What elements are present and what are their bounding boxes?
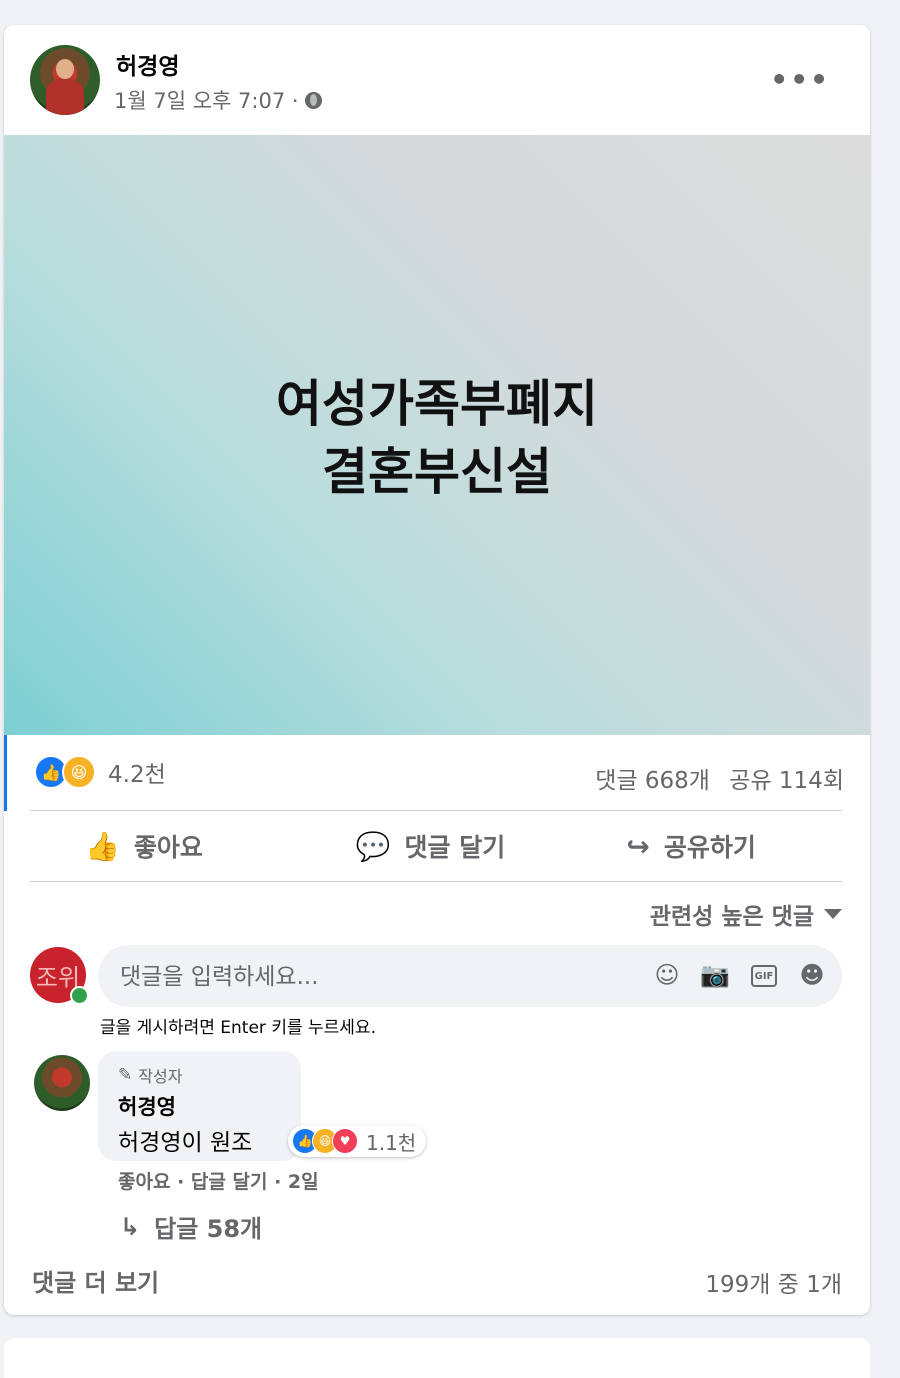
comment-reply-link[interactable]: 답글 달기	[191, 1171, 268, 1193]
shares-count-link[interactable]: 공유 114회	[729, 768, 844, 794]
comment-text: 허경영이 원조	[118, 1130, 253, 1156]
online-status-dot	[70, 986, 89, 1005]
comment-button-label: 댓글 달기	[404, 833, 506, 862]
author-avatar[interactable]	[30, 45, 100, 115]
sort-label: 관련성 높은 댓글	[649, 904, 814, 930]
avatar-face	[56, 59, 74, 79]
thumbs-up-icon: 👍	[85, 829, 120, 863]
caret-down-icon	[824, 909, 842, 919]
post-card: 허경영 1월 7일 오후 7:07 · ••• 여성가족부폐지 결혼부신설 👍 …	[4, 25, 870, 1315]
comments-count-link[interactable]: 댓글 668개	[595, 768, 710, 794]
view-replies-link[interactable]: ↳ 답글 58개	[120, 1209, 262, 1244]
share-button[interactable]: ↪ 공유하기	[571, 811, 842, 881]
pencil-icon: ✎	[118, 1065, 133, 1085]
globe-icon	[304, 91, 322, 109]
more-options-icon[interactable]: •••	[770, 63, 830, 96]
sticker-icon[interactable]: ☻	[799, 961, 825, 989]
haha-reaction-icon: 😆	[62, 755, 96, 789]
comment-age[interactable]: 2일	[288, 1171, 319, 1193]
comment-reaction-count: 1.1천	[366, 1130, 417, 1155]
post-banner[interactable]: 여성가족부폐지 결혼부신설	[4, 135, 870, 735]
comment-page-count: 199개 중 1개	[705, 1272, 842, 1298]
separator: ·	[267, 1171, 288, 1193]
comment-composer: ☺ 📷 GIF ☻	[98, 945, 842, 1009]
author-badge: ✎ 작성자	[118, 1063, 182, 1087]
view-more-comments-link[interactable]: 댓글 더 보기	[32, 1263, 159, 1298]
avatar-body	[46, 79, 84, 115]
post-timestamp[interactable]: 1월 7일 오후 7:07 ·	[114, 85, 299, 115]
comment-button[interactable]: 💬 댓글 달기	[301, 811, 572, 881]
comment-input[interactable]	[118, 945, 642, 1009]
comment-like-link[interactable]: 좋아요	[118, 1171, 170, 1193]
like-button-label: 좋아요	[133, 833, 203, 862]
love-reaction-icon: ♥	[332, 1128, 358, 1154]
focus-accent-bar	[4, 735, 7, 811]
comment-sort-dropdown[interactable]: 관련성 높은 댓글	[650, 897, 842, 931]
reaction-count: 4.2천	[108, 762, 166, 788]
author-badge-label: 작성자	[138, 1067, 183, 1086]
post-action-bar: 👍 좋아요 💬 댓글 달기 ↪ 공유하기	[30, 811, 842, 881]
author-name[interactable]: 허경영	[116, 47, 179, 81]
emoji-icon[interactable]: ☺	[654, 961, 680, 989]
camera-icon[interactable]: 📷	[700, 961, 730, 989]
banner-line-2: 결혼부신설	[322, 443, 552, 501]
divider	[30, 881, 842, 882]
share-arrow-icon: ↪	[626, 829, 650, 863]
comment-actions: 좋아요 · 답글 달기 · 2일	[118, 1167, 319, 1194]
banner-text: 여성가족부폐지 결혼부신설	[4, 370, 870, 506]
commenter-name[interactable]: 허경영	[118, 1091, 176, 1121]
gif-icon[interactable]: GIF	[751, 965, 777, 987]
banner-line-1: 여성가족부폐지	[276, 375, 598, 433]
comment-bubble: ✎ 작성자 허경영 허경영이 원조	[98, 1051, 301, 1161]
comment-reaction-summary[interactable]: 👍 😆 ♥ 1.1천	[288, 1125, 427, 1157]
post-stats: 👍 😆 4.2천 댓글 668개 공유 114회	[4, 735, 870, 811]
reply-arrow-icon: ↳	[120, 1212, 141, 1241]
engagement-counts: 댓글 668개 공유 114회	[583, 761, 844, 795]
post-header: 허경영 1월 7일 오후 7:07 · •••	[4, 25, 870, 135]
commenter-avatar[interactable]	[34, 1055, 90, 1111]
post-meta: 1월 7일 오후 7:07 ·	[114, 85, 322, 115]
speech-bubble-icon: 💬	[355, 829, 391, 863]
next-post-card	[4, 1338, 870, 1378]
share-button-label: 공유하기	[663, 833, 756, 862]
like-button[interactable]: 👍 좋아요	[30, 811, 301, 881]
separator: ·	[170, 1171, 191, 1193]
reaction-summary[interactable]: 👍 😆 4.2천	[34, 755, 166, 789]
replies-label: 답글 58개	[154, 1215, 263, 1243]
enter-hint: 글을 게시하려면 Enter 키를 누르세요.	[100, 1018, 376, 1038]
